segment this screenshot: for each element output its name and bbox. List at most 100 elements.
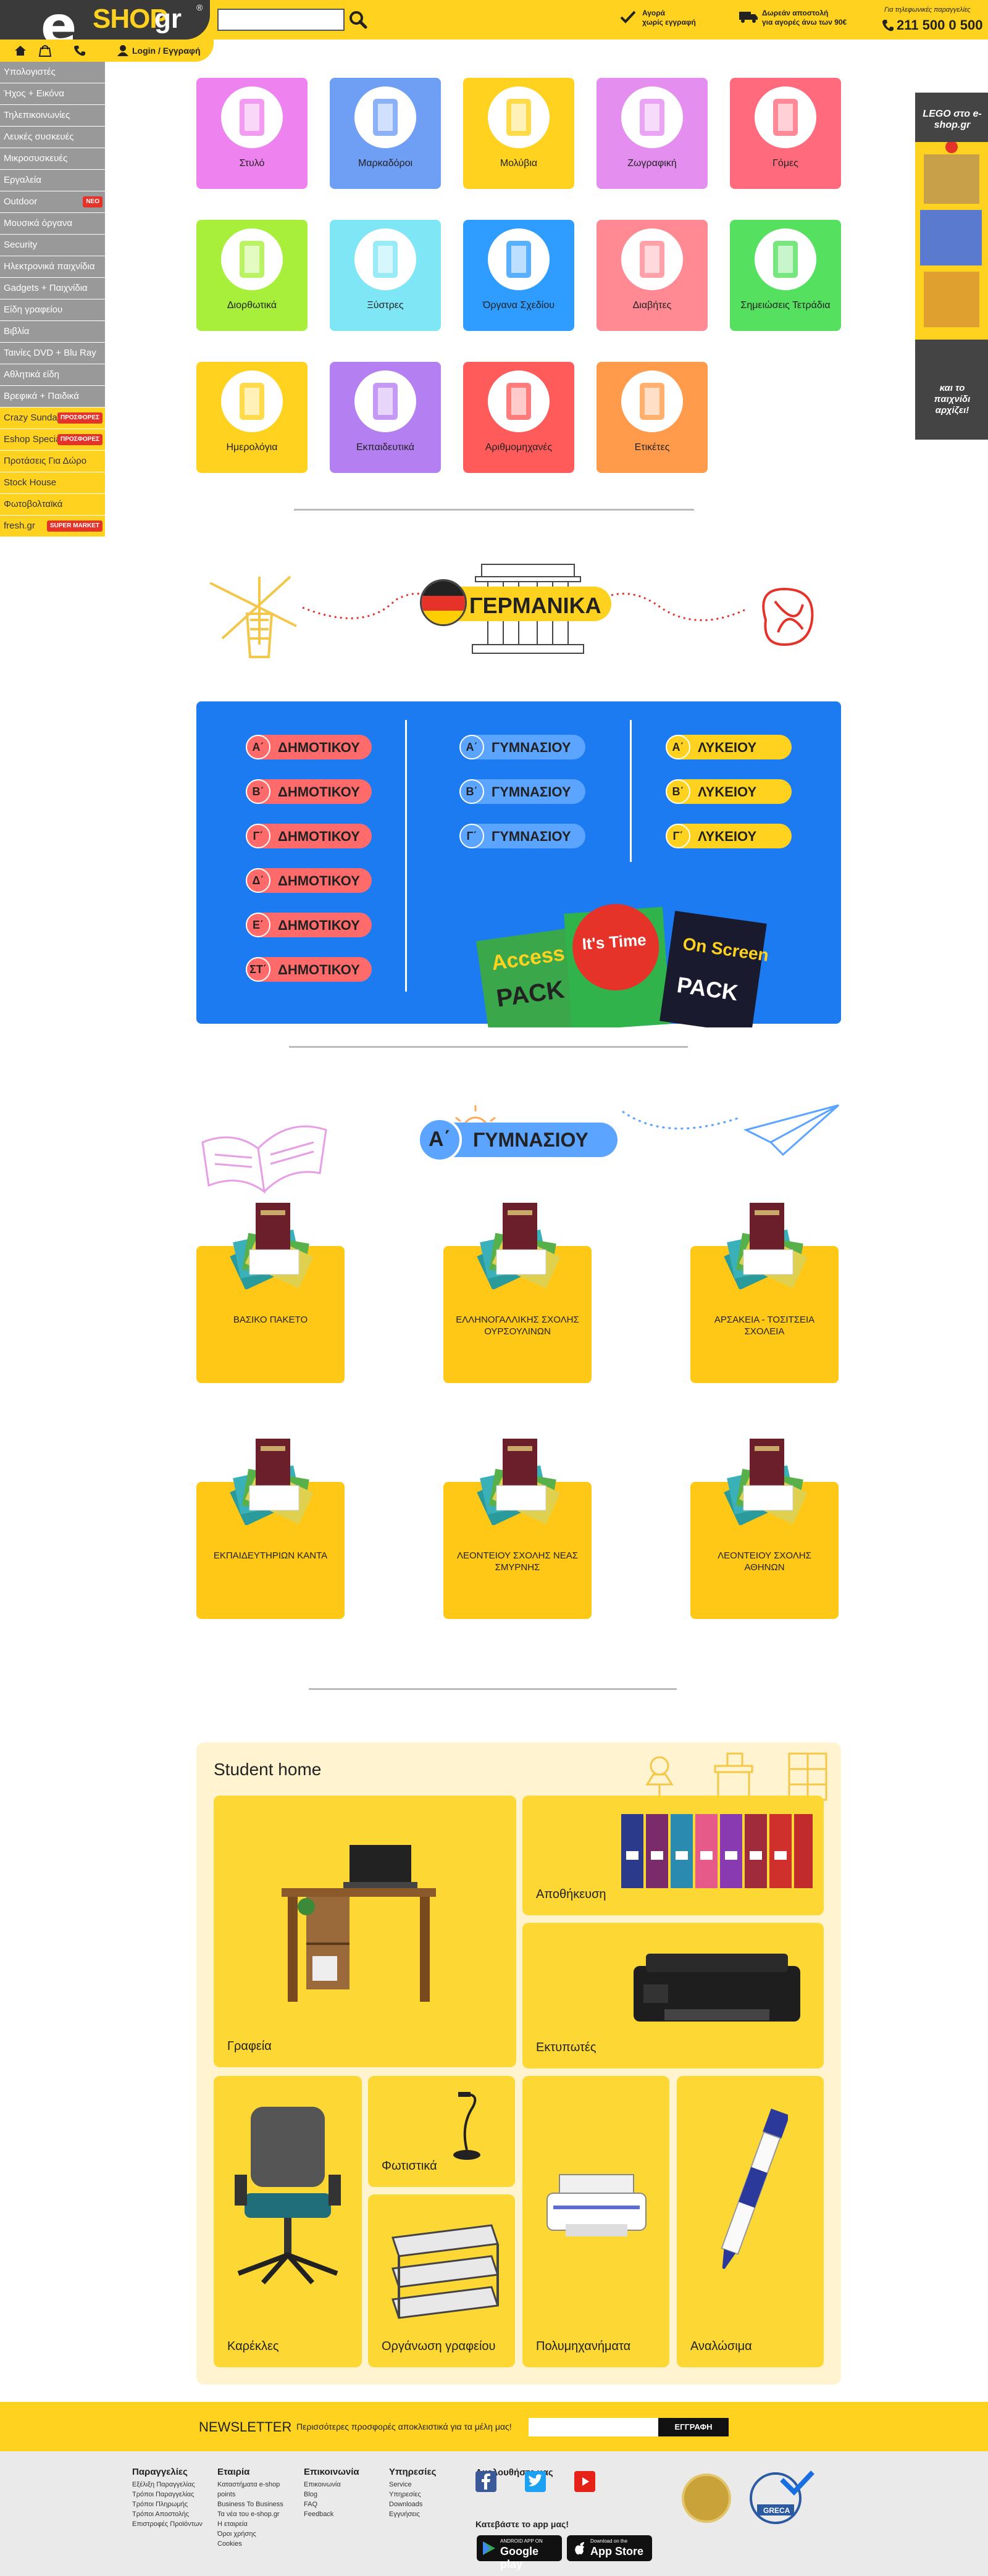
- sidebar-item[interactable]: Βρεφικά + Παιδικά: [0, 386, 105, 407]
- footer-link[interactable]: Cookies: [217, 2539, 291, 2549]
- sidebar-item[interactable]: Βιβλία: [0, 321, 105, 342]
- sidebar-item[interactable]: Τηλεπικοινωνίες: [0, 105, 105, 126]
- category-tile[interactable]: Ημερολόγια: [196, 362, 308, 473]
- footer-link[interactable]: Καταστήματα e-shop points: [217, 2480, 291, 2499]
- category-tile[interactable]: Στυλό: [196, 78, 308, 189]
- newsletter-subscribe-button[interactable]: ΕΓΓΡΑΦΗ: [658, 2418, 729, 2436]
- sidebar-item[interactable]: Φωτοβολταϊκά: [0, 494, 105, 515]
- app-store-badge[interactable]: Download on the App Store: [567, 2535, 652, 2561]
- twitter-icon[interactable]: [525, 2471, 546, 2492]
- tile-multifunction[interactable]: Πολυμηχανήματα: [522, 2076, 669, 2367]
- sidebar-item[interactable]: Μικροσυσκευές: [0, 148, 105, 169]
- facebook-icon[interactable]: [475, 2471, 496, 2492]
- package-card[interactable]: ΕΚΠΑΙΔΕΥΤΗΡΙΩΝ ΚΑΝΤΑ: [196, 1439, 345, 1619]
- sidebar-item[interactable]: Security: [0, 235, 105, 256]
- sidebar-item[interactable]: fresh.gr SUPER MARKET: [0, 516, 105, 537]
- footer-link[interactable]: Feedback: [304, 2509, 378, 2519]
- user-icon[interactable]: [116, 44, 130, 57]
- footer-link[interactable]: Τα νέα του e-shop.gr: [217, 2509, 291, 2519]
- grade-pill-gymnasio[interactable]: Α΄ ΓΥΜΝΑΣΙΟΥ: [459, 735, 585, 759]
- footer-link[interactable]: Επικοινωνία: [304, 2480, 378, 2490]
- sidebar-item[interactable]: Αθλητικά είδη: [0, 364, 105, 385]
- tile-office-organization[interactable]: Οργάνωση γραφείου: [368, 2194, 515, 2367]
- grade-pill-lykeio[interactable]: Β΄ ΛΥΚΕΙΟΥ: [666, 779, 792, 804]
- grade-pill-dimotiko[interactable]: Δ΄ ΔΗΜΟΤΙΚΟΥ: [246, 868, 372, 893]
- bag-icon[interactable]: [38, 44, 52, 57]
- tile-printers[interactable]: Εκτυπωτές: [522, 1923, 824, 2068]
- category-tile[interactable]: Αριθμομηχανές: [463, 362, 574, 473]
- sidebar-item[interactable]: Υπολογιστές: [0, 62, 105, 83]
- search-icon[interactable]: [347, 9, 369, 31]
- category-tile[interactable]: Ξύστρες: [330, 220, 441, 331]
- sidebar-item[interactable]: Είδη γραφείου: [0, 299, 105, 320]
- sidebar-item[interactable]: Ήχος + Εικόνα: [0, 83, 105, 104]
- youtube-icon[interactable]: [574, 2471, 595, 2492]
- footer-link[interactable]: Business To Business: [217, 2499, 291, 2509]
- google-play-badge[interactable]: ANDROID APP ON Google play: [477, 2535, 562, 2570]
- footer-link[interactable]: Downloads: [389, 2499, 463, 2509]
- sidebar-item[interactable]: Ταινίες DVD + Blu Ray: [0, 343, 105, 364]
- package-card[interactable]: ΕΛΛΗΝΟΓΑΛΛΙΚΗΣ ΣΧΟΛΗΣ ΟΥΡΣΟΥΛΙΝΩΝ: [443, 1203, 592, 1383]
- sidebar-item[interactable]: Gadgets + Παιχνίδια: [0, 278, 105, 299]
- sidebar-item[interactable]: Outdoor NEO: [0, 191, 105, 212]
- grade-pill-dimotiko[interactable]: Β΄ ΔΗΜΟΤΙΚΟΥ: [246, 779, 372, 804]
- footer-link[interactable]: FAQ: [304, 2499, 378, 2509]
- footer-link[interactable]: Υπηρεσίες: [389, 2490, 463, 2499]
- footer-link[interactable]: Τρόποι Παραγγελίας: [132, 2490, 206, 2499]
- package-card[interactable]: ΑΡΣΑΚΕΙΑ - ΤΟΣΙΤΣΕΙΑ ΣΧΟΛΕΙΑ: [690, 1203, 839, 1383]
- sidebar-item[interactable]: Crazy Sundays ΠΡΟΣΦΟΡΕΣ: [0, 408, 105, 429]
- grade-pill-gymnasio[interactable]: Β΄ ΓΥΜΝΑΣΙΟΥ: [459, 779, 585, 804]
- footer-link[interactable]: Blog: [304, 2490, 378, 2499]
- newsletter-email-input[interactable]: [529, 2418, 658, 2436]
- grade-pill-dimotiko[interactable]: Γ΄ ΔΗΜΟΤΙΚΟΥ: [246, 824, 372, 848]
- tile-consumables[interactable]: Αναλώσιμα: [677, 2076, 824, 2367]
- lego-ad-banner[interactable]: LEGO στο e-shop.gr και το παιχνίδι αρχίζ…: [915, 93, 988, 440]
- footer-link[interactable]: Εγγυήσεις: [389, 2509, 463, 2519]
- sidebar-item[interactable]: Μουσικά όργανα: [0, 213, 105, 234]
- category-tile[interactable]: Γόμες: [730, 78, 841, 189]
- category-tile[interactable]: Όργανα Σχεδίου: [463, 220, 574, 331]
- footer-link[interactable]: Η εταιρεία: [217, 2519, 291, 2529]
- tile-storage[interactable]: Αποθήκευση: [522, 1796, 824, 1915]
- tile-desks[interactable]: Γραφεία: [214, 1796, 516, 2067]
- grade-pill-gymnasio[interactable]: Γ΄ ΓΥΜΝΑΣΙΟΥ: [459, 824, 585, 848]
- tile-lighting[interactable]: Φωτιστικά: [368, 2076, 515, 2187]
- footer-link[interactable]: Service: [389, 2480, 463, 2490]
- footer-link[interactable]: Επιστροφές Προϊόντων: [132, 2519, 206, 2529]
- footer-link[interactable]: Τρόποι Αποστολής: [132, 2509, 206, 2519]
- sidebar-item[interactable]: Eshop Specials ΠΡΟΣΦΟΡΕΣ: [0, 429, 105, 450]
- category-tile[interactable]: Διορθωτικά: [196, 220, 308, 331]
- grade-pill-dimotiko[interactable]: Ε΄ ΔΗΜΟΤΙΚΟΥ: [246, 913, 372, 937]
- phone-number[interactable]: 211 500 0 500: [897, 17, 982, 33]
- category-tile[interactable]: Εκπαιδευτικά: [330, 362, 441, 473]
- category-tile[interactable]: Ετικέτες: [597, 362, 708, 473]
- sidebar-item[interactable]: Stock House: [0, 472, 105, 493]
- sidebar-item[interactable]: Προτάσεις Για Δώρο: [0, 451, 105, 472]
- category-tile[interactable]: Διαβήτες: [597, 220, 708, 331]
- category-tile[interactable]: Μολύβια: [463, 78, 574, 189]
- category-tile[interactable]: Ζωγραφική: [597, 78, 708, 189]
- lego-ad-bottom-text: και το παιχνίδι αρχίζει!: [934, 383, 971, 416]
- package-card[interactable]: ΛΕΟΝΤΕΙΟΥ ΣΧΟΛΗΣ ΑΘΗΝΩΝ: [690, 1439, 839, 1619]
- category-tile[interactable]: Μαρκαδόροι: [330, 78, 441, 189]
- sidebar-item[interactable]: Λευκές συσκευές: [0, 127, 105, 148]
- grade-pill-lykeio[interactable]: Γ΄ ΛΥΚΕΙΟΥ: [666, 824, 792, 848]
- login-link[interactable]: Login / Εγγραφή: [132, 46, 201, 56]
- footer-link[interactable]: Όροι χρήσης: [217, 2529, 291, 2539]
- home-icon[interactable]: [14, 44, 27, 57]
- logo[interactable]: e SHOP gr ®: [0, 0, 210, 57]
- package-card[interactable]: ΒΑΣΙΚΟ ΠΑΚΕΤΟ: [196, 1203, 345, 1383]
- phone-small-icon[interactable]: [73, 44, 86, 57]
- package-card[interactable]: ΛΕΟΝΤΕΙΟΥ ΣΧΟΛΗΣ ΝΕΑΣ ΣΜΥΡΝΗΣ: [443, 1439, 592, 1619]
- footer-link[interactable]: Τρόποι Πληρωμής: [132, 2499, 206, 2509]
- grade-pill-lykeio[interactable]: Α΄ ΛΥΚΕΙΟΥ: [666, 735, 792, 759]
- grade-pill-dimotiko[interactable]: ΣΤ΄ ΔΗΜΟΤΙΚΟΥ: [246, 957, 372, 982]
- footer-link[interactable]: Εξέλιξη Παραγγελίας: [132, 2480, 206, 2490]
- tile-chairs[interactable]: Καρέκλες: [214, 2076, 362, 2367]
- sidebar-item[interactable]: Εργαλεία: [0, 170, 105, 191]
- grade-pill-dimotiko[interactable]: Α΄ ΔΗΜΟΤΙΚΟΥ: [246, 735, 372, 759]
- category-tile[interactable]: Σημειώσεις Τετράδια: [730, 220, 841, 331]
- gymnasio-title-pill[interactable]: Α΄ ΓΥΜΝΑΣΙΟΥ: [417, 1118, 618, 1162]
- search-input[interactable]: [217, 9, 345, 31]
- sidebar-item[interactable]: Ηλεκτρονικά παιχνίδια: [0, 256, 105, 277]
